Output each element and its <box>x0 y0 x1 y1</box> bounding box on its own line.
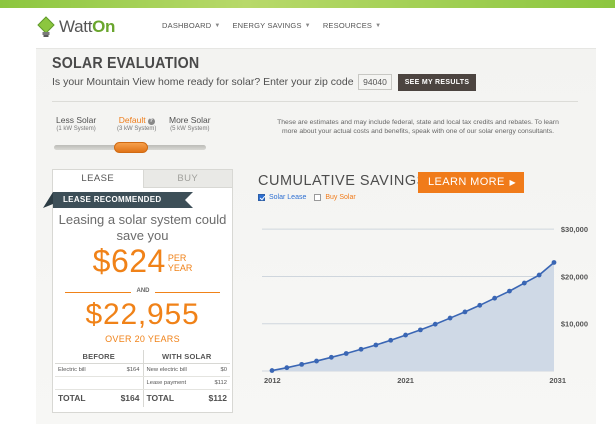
cumulative-savings-chart: $10,000 $20,000 $30,000 2012 2021 2031 <box>262 225 588 385</box>
before-header: BEFORE <box>82 352 115 361</box>
nav-resources-label: RESOURCES <box>322 21 373 30</box>
system-option-sub: (1 kW System) <box>56 126 96 132</box>
see-results-button[interactable]: SEE MY RESULTS <box>398 74 476 91</box>
x-tick-label: 2021 <box>397 376 414 385</box>
divider <box>52 101 578 102</box>
chart-title: CUMULATIVE SAVINGS <box>258 173 427 189</box>
y-tick-label: $10,000 <box>561 320 588 329</box>
nav-resources[interactable]: RESOURCES ▼ <box>323 21 381 30</box>
x-tick-label: 2012 <box>264 376 281 385</box>
zip-question: Is your Mountain View home ready for sol… <box>52 76 354 88</box>
solar-lease-checkbox[interactable] <box>258 194 265 201</box>
chevron-down-icon: ▼ <box>304 22 311 29</box>
data-point <box>432 321 438 327</box>
lease-recommended-ribbon: LEASE RECOMMENDED <box>43 192 193 208</box>
data-point <box>507 288 512 294</box>
table-row: Electric bill $164 New electric bill $0 <box>55 364 230 377</box>
legend-solar-lease[interactable]: Solar Lease <box>269 194 306 201</box>
play-arrow-icon: ▶ <box>509 178 516 187</box>
system-option-sub: (5 kW System) <box>170 126 210 132</box>
buy-solar-checkbox[interactable] <box>314 194 322 201</box>
table-row: Lease payment $112 <box>55 377 230 390</box>
total-savings-amount: $22,955 <box>85 298 200 331</box>
y-tick-label: $30,000 <box>561 225 588 234</box>
data-point <box>358 346 364 352</box>
system-option-default[interactable]: Default? (3 kW System) <box>117 115 156 132</box>
table-total-row: TOTAL $164 TOTAL $112 <box>55 390 230 407</box>
with-total: TOTAL $112 <box>142 390 231 407</box>
page-title: SOLAR EVALUATION <box>52 55 200 72</box>
data-point <box>388 337 394 343</box>
yearly-savings-amount: $624 <box>92 243 166 279</box>
data-point <box>551 260 557 265</box>
ribbon-label: LEASE RECOMMENDED <box>63 195 162 204</box>
with-solar-header: WITH SOLAR <box>142 350 231 363</box>
cost-comparison-table: BEFORE WITH SOLAR Electric bill $164 New … <box>55 350 230 407</box>
data-point <box>447 315 453 321</box>
nav-energy-savings-label: ENERGY SAVINGS <box>232 21 302 30</box>
series-area-solar-lease <box>272 262 554 371</box>
system-option-sub: (3 kW System) <box>117 126 157 132</box>
chart-legend: Solar Lease Buy Solar <box>258 194 356 201</box>
before-cell <box>55 377 143 389</box>
zip-input[interactable]: 94040 <box>358 74 392 90</box>
and-label: AND <box>131 288 155 294</box>
solar-evaluation-panel: SOLAR EVALUATION Is your Mountain View h… <box>36 48 596 424</box>
data-point <box>418 327 423 333</box>
estimate-disclaimer: These are estimates and may include fede… <box>277 119 559 135</box>
data-point <box>492 295 498 301</box>
data-point <box>373 342 379 348</box>
top-accent-band <box>0 0 615 8</box>
nav-energy-savings[interactable]: ENERGY SAVINGS ▼ <box>232 21 310 30</box>
over-years-label: OVER 20 YEARS <box>105 334 180 344</box>
y-tick-label: $20,000 <box>561 272 588 281</box>
savings-card: LEASE BUY LEASE RECOMMENDED Leasing a so… <box>43 169 233 413</box>
system-option-more[interactable]: More Solar (5 kW System) <box>169 115 211 132</box>
tab-buy[interactable]: BUY <box>142 170 232 188</box>
before-total: TOTAL $164 <box>58 393 140 403</box>
x-tick-label: 2031 <box>549 376 566 385</box>
system-size-slider-handle[interactable] <box>114 142 148 153</box>
data-point <box>521 280 527 286</box>
learn-more-label: LEARN MORE <box>428 176 505 188</box>
lightbulb-logo-icon <box>37 16 55 37</box>
table-header: BEFORE WITH SOLAR <box>55 350 230 364</box>
nav-dashboard[interactable]: DASHBOARD ▼ <box>162 21 220 30</box>
per-year-label: PER YEAR <box>167 253 193 273</box>
logo-text: WattOn <box>59 17 116 36</box>
nav-dashboard-label: DASHBOARD <box>162 21 212 30</box>
legend-buy-solar[interactable]: Buy Solar <box>325 194 355 201</box>
site-header: WattOn DASHBOARD ▼ ENERGY SAVINGS ▼ RESO… <box>36 8 596 48</box>
with-cell: New electric bill $0 <box>142 364 231 376</box>
data-point <box>536 272 542 278</box>
chevron-down-icon: ▼ <box>214 22 221 29</box>
lease-buy-tabs: LEASE BUY <box>53 170 232 188</box>
with-cell: Lease payment $112 <box>142 377 231 389</box>
main-nav: DASHBOARD ▼ ENERGY SAVINGS ▼ RESOURCES ▼ <box>162 21 381 30</box>
system-option-label: Default? <box>118 115 155 125</box>
learn-more-button[interactable]: LEARN MORE ▶ <box>418 172 524 193</box>
system-option-label: Less Solar <box>56 115 97 125</box>
logo[interactable]: WattOn <box>36 13 115 41</box>
yearly-savings: $624 PER YEAR <box>53 243 232 280</box>
data-point <box>328 354 334 360</box>
data-point <box>314 358 319 364</box>
data-point <box>403 332 408 338</box>
data-point <box>477 302 483 308</box>
system-option-label: More Solar <box>169 115 211 125</box>
help-icon[interactable]: ? <box>147 118 155 125</box>
tab-lease[interactable]: LEASE <box>53 170 143 188</box>
data-point <box>343 351 349 356</box>
data-point <box>462 309 468 315</box>
savings-intro-text: Leasing a solar system could save you <box>58 212 227 243</box>
data-point <box>284 365 290 371</box>
system-option-less[interactable]: Less Solar (1 kW System) <box>56 115 96 132</box>
data-point <box>269 368 275 373</box>
chevron-down-icon: ▼ <box>375 22 382 29</box>
before-cell: Electric bill $164 <box>58 367 140 373</box>
data-point <box>299 361 305 367</box>
